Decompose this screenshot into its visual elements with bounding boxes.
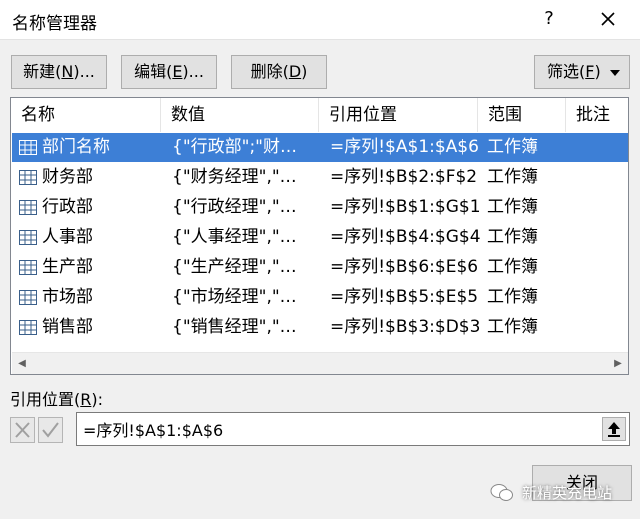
row-scope: 工作簿 bbox=[487, 317, 538, 337]
column-header-name[interactable]: 名称 bbox=[11, 98, 161, 132]
row-value: {"行政经理","… bbox=[172, 197, 297, 217]
new-button-suffix: )... bbox=[73, 62, 95, 81]
row-name: 生产部 bbox=[42, 257, 93, 277]
wechat-icon bbox=[490, 484, 513, 501]
checkmark-icon bbox=[42, 422, 59, 438]
table-row[interactable]: 行政部 {"行政经理","… =序列!$B$1:$G$1 工作簿 bbox=[12, 193, 628, 222]
named-range-icon bbox=[19, 230, 37, 245]
row-refers-to: =序列!$B$5:$E$5 bbox=[330, 287, 479, 307]
row-scope: 工作簿 bbox=[487, 227, 538, 247]
names-list[interactable]: 名称 数值 引用位置 范围 批注 部门名称 {"行政部";"财… =序列!$A$1:… bbox=[10, 97, 629, 375]
table-row[interactable]: 财务部 {"财务经理","… =序列!$B$2:$F$2 工作簿 bbox=[12, 163, 628, 192]
watermark-text: 新精英充电站 bbox=[522, 484, 613, 502]
filter-button-label: 筛选( bbox=[547, 62, 586, 81]
refers-to-label-text: 引用位置( bbox=[10, 390, 81, 409]
delete-button-hotkey: D bbox=[288, 62, 302, 81]
horizontal-scrollbar[interactable]: ◀ ▶ bbox=[12, 352, 628, 374]
column-header-value[interactable]: 数值 bbox=[161, 98, 319, 132]
refers-to-label: 引用位置(R): bbox=[10, 386, 103, 410]
table-row[interactable]: 市场部 {"市场经理","… =序列!$B$5:$E$5 工作簿 bbox=[12, 283, 628, 312]
refers-to-label-hotkey: R bbox=[80, 390, 92, 409]
new-button-label: 新建( bbox=[23, 62, 62, 81]
dialog-title: 名称管理器 bbox=[12, 14, 97, 34]
filter-button[interactable]: 筛选(F) bbox=[534, 55, 630, 89]
row-scope: 工作簿 bbox=[487, 287, 538, 307]
table-row[interactable]: 销售部 {"销售经理","… =序列!$B$3:$D$3 工作簿 bbox=[12, 313, 628, 342]
upload-arrow-icon bbox=[608, 422, 620, 437]
table-row[interactable]: 部门名称 {"行政部";"财… =序列!$A$1:$A$6 工作簿 bbox=[12, 133, 628, 162]
row-scope: 工作簿 bbox=[487, 197, 538, 217]
edit-button[interactable]: 编辑(E)... bbox=[121, 55, 217, 89]
delete-button-label: 删除( bbox=[250, 62, 289, 81]
edit-button-hotkey: E bbox=[172, 62, 183, 81]
table-row[interactable]: 生产部 {"生产经理","… =序列!$B$6:$E$6 工作簿 bbox=[12, 253, 628, 282]
row-value: {"财务经理","… bbox=[172, 167, 297, 187]
row-refers-to: =序列!$B$1:$G$1 bbox=[330, 197, 481, 217]
scroll-right-icon[interactable]: ▶ bbox=[608, 353, 628, 374]
named-range-icon bbox=[19, 170, 37, 185]
cancel-x-icon bbox=[15, 422, 30, 438]
dropdown-arrow-icon bbox=[610, 70, 620, 76]
help-button[interactable]: ? bbox=[534, 4, 564, 34]
row-name: 销售部 bbox=[42, 317, 93, 337]
delete-button[interactable]: 删除(D) bbox=[231, 55, 327, 89]
table-row[interactable]: 人事部 {"人事经理","… =序列!$B$4:$G$4 工作簿 bbox=[12, 223, 628, 252]
row-name: 部门名称 bbox=[42, 137, 110, 157]
row-value: {"行政部";"财… bbox=[172, 137, 298, 157]
row-refers-to: =序列!$B$4:$G$4 bbox=[330, 227, 481, 247]
refers-to-label-suffix: ): bbox=[91, 390, 104, 409]
row-scope: 工作簿 bbox=[487, 257, 538, 277]
row-value: {"市场经理","… bbox=[172, 287, 297, 307]
row-scope: 工作簿 bbox=[487, 167, 538, 187]
row-name: 市场部 bbox=[42, 287, 93, 307]
named-range-icon bbox=[19, 260, 37, 275]
row-value: {"人事经理","… bbox=[172, 227, 297, 247]
row-name: 人事部 bbox=[42, 227, 93, 247]
edit-button-label: 编辑( bbox=[134, 62, 173, 81]
row-refers-to: =序列!$B$6:$E$6 bbox=[330, 257, 479, 277]
row-refers-to: =序列!$B$2:$F$2 bbox=[330, 167, 478, 187]
named-range-icon bbox=[19, 320, 37, 335]
column-header-scope[interactable]: 范围 bbox=[478, 98, 566, 132]
cancel-edit-button[interactable] bbox=[10, 417, 35, 443]
row-refers-to: =序列!$A$1:$A$6 bbox=[330, 137, 479, 157]
refers-to-field[interactable] bbox=[76, 412, 630, 446]
row-scope: 工作簿 bbox=[487, 137, 538, 157]
row-name: 财务部 bbox=[42, 167, 93, 187]
confirm-edit-button[interactable] bbox=[38, 417, 63, 443]
close-window-button[interactable] bbox=[592, 4, 624, 34]
new-button[interactable]: 新建(N)... bbox=[11, 55, 107, 89]
edit-button-suffix: )... bbox=[182, 62, 204, 81]
title-bar: 名称管理器 ? bbox=[0, 0, 640, 40]
filter-button-suffix: ) bbox=[594, 62, 601, 81]
row-value: {"生产经理","… bbox=[172, 257, 297, 277]
column-header-comment[interactable]: 批注 bbox=[566, 98, 628, 132]
column-header-refers-to[interactable]: 引用位置 bbox=[319, 98, 478, 132]
named-range-icon bbox=[19, 200, 37, 215]
scroll-left-icon[interactable]: ◀ bbox=[12, 353, 32, 374]
row-value: {"销售经理","… bbox=[172, 317, 297, 337]
named-range-icon bbox=[19, 290, 37, 305]
new-button-hotkey: N bbox=[61, 62, 74, 81]
refers-to-input[interactable] bbox=[83, 417, 593, 441]
collapse-dialog-button[interactable] bbox=[602, 417, 626, 441]
row-name: 行政部 bbox=[42, 197, 93, 217]
close-icon bbox=[601, 12, 615, 26]
row-refers-to: =序列!$B$3:$D$3 bbox=[330, 317, 481, 337]
named-range-icon bbox=[19, 140, 37, 155]
delete-button-suffix: ) bbox=[301, 62, 308, 81]
